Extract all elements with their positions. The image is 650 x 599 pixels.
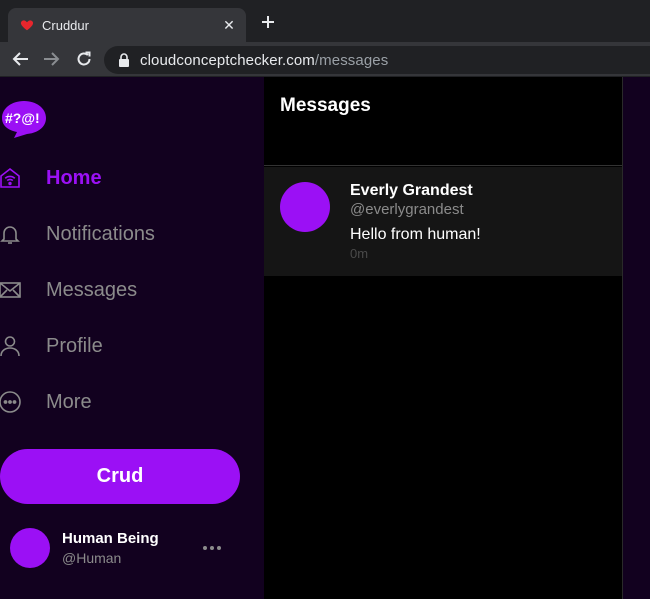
- home-icon: [0, 166, 22, 190]
- browser-tab[interactable]: Cruddur ✕: [8, 8, 246, 42]
- more-horizontal-icon[interactable]: [200, 536, 224, 560]
- close-tab-icon[interactable]: ✕: [220, 16, 238, 34]
- new-tab-icon[interactable]: [258, 12, 278, 32]
- user-name: Human Being: [62, 530, 159, 547]
- heart-icon: [20, 18, 34, 32]
- page-title: Messages: [280, 95, 371, 116]
- sidebar: #?@! Home Notifications Messages Profile…: [0, 77, 264, 599]
- back-arrow-icon[interactable]: [9, 49, 31, 69]
- header-divider: [264, 165, 622, 166]
- nav-item-more[interactable]: More: [0, 384, 92, 420]
- forward-arrow-icon[interactable]: [41, 49, 63, 69]
- nav-label-notifications: Notifications: [46, 222, 155, 245]
- nav-label-more: More: [46, 390, 92, 413]
- nav-label-profile: Profile: [46, 334, 103, 357]
- url-host: cloudconceptchecker.com: [140, 51, 315, 69]
- bell-icon: [0, 222, 22, 246]
- url-path: /messages: [314, 51, 389, 69]
- sender-name: Everly Grandest: [350, 182, 473, 199]
- message-body: Hello from human!: [350, 226, 481, 243]
- lock-icon: [118, 53, 130, 67]
- avatar[interactable]: [280, 182, 330, 232]
- reload-icon[interactable]: [73, 49, 95, 69]
- main-content: Messages Everly Grandest @everlygrandest…: [264, 77, 622, 599]
- message-time: 0m: [350, 246, 369, 261]
- cruddur-logo[interactable]: #?@!: [0, 99, 48, 139]
- current-user[interactable]: Human Being @Human: [10, 528, 250, 570]
- nav-item-profile[interactable]: Profile: [0, 328, 103, 364]
- tab-title: Cruddur: [42, 17, 89, 33]
- nav-item-messages[interactable]: Messages: [0, 272, 137, 308]
- person-icon: [0, 334, 22, 358]
- browser-toolbar: cloudconceptchecker.com/messages: [0, 42, 650, 77]
- logo-text: #?@!: [5, 110, 40, 126]
- nav-label-messages: Messages: [46, 278, 138, 301]
- url-text: cloudconceptchecker.com/messages: [140, 52, 388, 69]
- envelope-icon: [0, 278, 22, 302]
- right-panel: [622, 77, 650, 599]
- address-bar[interactable]: cloudconceptchecker.com/messages: [104, 46, 650, 74]
- avatar[interactable]: [10, 528, 50, 568]
- browser-tab-bar: Cruddur ✕: [0, 0, 650, 42]
- user-handle: @Human: [62, 550, 122, 566]
- sender-handle: @everlygrandest: [350, 201, 464, 218]
- nav-item-notifications[interactable]: Notifications: [0, 216, 155, 252]
- more-circle-icon: [0, 390, 22, 414]
- message-group-item[interactable]: Everly Grandest @everlygrandest Hello fr…: [264, 167, 622, 276]
- nav-label-home: Home: [46, 166, 102, 189]
- nav-item-home[interactable]: Home: [0, 160, 102, 196]
- crud-button[interactable]: Crud: [0, 449, 240, 504]
